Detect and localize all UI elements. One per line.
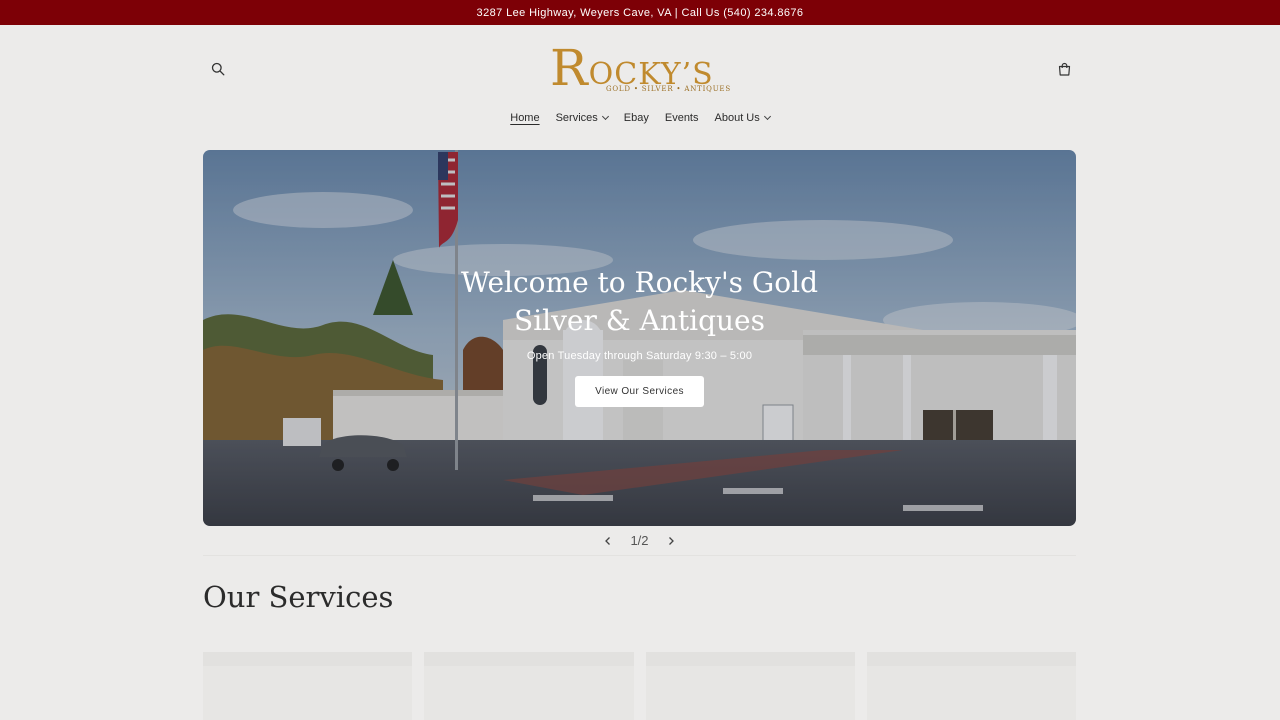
hero-title: Welcome to Rocky's Gold Silver & Antique… <box>460 266 819 337</box>
site-header: R OCKY’S GOLD • SILVER • ANTIQUES <box>0 25 1280 120</box>
announcement-text: 3287 Lee Highway, Weyers Cave, VA | Call… <box>476 6 804 19</box>
main-nav: Home Services Ebay Events About Us <box>0 112 1280 124</box>
nav-events-label: Events <box>664 112 699 124</box>
hero-content: Welcome to Rocky's Gold Silver & Antique… <box>203 264 1076 407</box>
chevron-down-icon <box>763 112 771 121</box>
nav-services[interactable]: Services <box>555 112 609 124</box>
service-card[interactable] <box>866 652 1076 720</box>
hero-subtitle: Open Tuesday through Saturday 9:30 – 5:0… <box>526 350 753 362</box>
nav-events[interactable]: Events <box>665 112 699 124</box>
chevron-left-icon[interactable] <box>600 533 616 549</box>
nav-about-us-label: About Us <box>714 112 760 124</box>
announcement-bar: 3287 Lee Highway, Weyers Cave, VA | Call… <box>0 0 1280 25</box>
logo-tagline: GOLD • SILVER • ANTIQUES <box>606 85 731 93</box>
hero-slideshow: Welcome to Rocky's Gold Silver & Antique… <box>203 150 1076 526</box>
nav-ebay[interactable]: Ebay <box>624 112 649 124</box>
logo[interactable]: R OCKY’S GOLD • SILVER • ANTIQUES <box>550 43 730 103</box>
chevron-down-icon <box>601 112 609 121</box>
service-card[interactable] <box>645 652 855 720</box>
nav-about-us[interactable]: About Us <box>714 112 771 124</box>
services-cards <box>203 652 1076 720</box>
slider-controls: 1/2 <box>203 526 1076 556</box>
service-card[interactable] <box>203 652 413 720</box>
slide-counter: 1/2 <box>630 533 649 548</box>
cart-icon[interactable] <box>1050 55 1078 83</box>
view-services-button[interactable]: View Our Services <box>575 376 704 407</box>
nav-services-label: Services <box>555 112 598 124</box>
nav-ebay-label: Ebay <box>623 112 649 124</box>
chevron-right-icon[interactable] <box>663 533 679 549</box>
nav-home-label: Home <box>510 112 540 124</box>
search-icon[interactable] <box>204 55 232 83</box>
nav-home[interactable]: Home <box>510 112 539 124</box>
service-card[interactable] <box>424 652 634 720</box>
services-title: Our Services <box>203 580 394 614</box>
